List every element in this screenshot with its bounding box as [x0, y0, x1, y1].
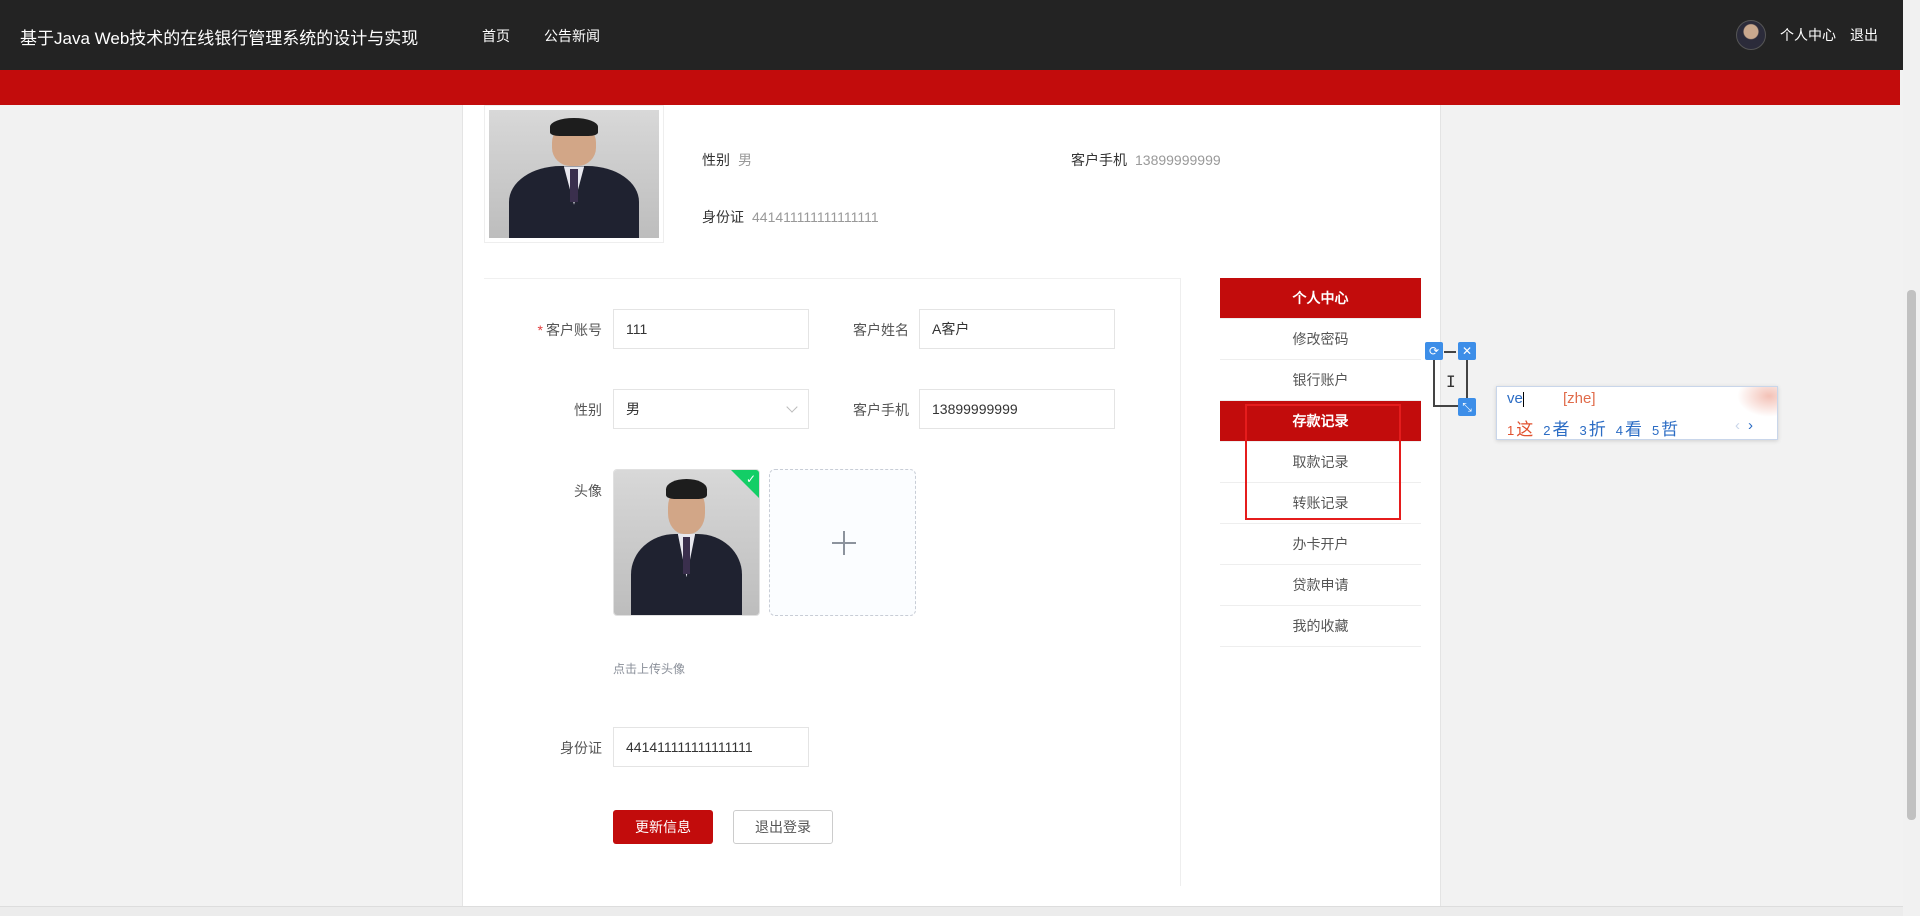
ime-candidate[interactable]: 1这 — [1507, 415, 1533, 440]
profile-photo — [484, 105, 664, 243]
update-info-button[interactable]: 更新信息 — [613, 810, 713, 844]
scrollbar-thumb[interactable] — [1907, 290, 1916, 820]
ime-input-text: ve — [1507, 390, 1524, 407]
chevron-left-icon[interactable]: ‹ — [1735, 417, 1740, 434]
close-icon[interactable]: ✕ — [1458, 342, 1476, 360]
top-navbar: 基于Java Web技术的在线银行管理系统的设计与实现 首页 公告新闻 个人中心… — [0, 0, 1920, 70]
avatar[interactable] — [1736, 20, 1766, 50]
form-top-border — [484, 278, 1180, 279]
ime-candidate-panel: ve [zhe] 1这 2者 3折 4看 5哲 ‹ › — [1496, 386, 1778, 440]
phone-label: 客户手机 — [853, 402, 909, 418]
profile-gender-value: 男 — [738, 152, 752, 168]
profile-phone-value: 13899999999 — [1135, 152, 1221, 168]
profile-id-value: 441411111111111111 — [752, 209, 879, 225]
profile-phone: 客户手机 13899999999 — [1071, 152, 1221, 168]
side-menu-title[interactable]: 个人中心 — [1220, 278, 1421, 319]
bottom-edge — [0, 906, 1903, 916]
gender-label: 性别 — [574, 402, 602, 418]
text-cursor-icon: I — [1446, 372, 1456, 391]
id-label: 身份证 — [560, 740, 602, 756]
side-menu-item-transfer-records[interactable]: 转账记录 — [1220, 483, 1421, 524]
side-menu-item-bank-account[interactable]: 银行账户 — [1220, 360, 1421, 401]
chevron-down-icon — [786, 401, 798, 413]
ime-pinyin: [zhe] — [1563, 390, 1596, 407]
gender-select-value: 男 — [626, 401, 640, 417]
side-menu-item-favorites[interactable]: 我的收藏 — [1220, 606, 1421, 647]
user-center-link[interactable]: 个人中心 — [1780, 25, 1836, 45]
id-input[interactable]: 441411111111111111 — [613, 727, 809, 767]
side-menu: 个人中心 修改密码 银行账户 存款记录 取款记录 转账记录 办卡开户 贷款申请 … — [1220, 278, 1421, 647]
main-nav: 首页 公告新闻 — [482, 26, 600, 46]
form-divider — [1180, 278, 1181, 886]
avatar-preview[interactable]: ✓ — [613, 469, 760, 616]
side-menu-item-deposit-records[interactable]: 存款记录 — [1220, 401, 1421, 442]
name-label: 客户姓名 — [853, 322, 909, 338]
upload-hint: 点击上传头像 — [613, 662, 686, 676]
profile-photo-image — [489, 110, 659, 238]
chevron-right-icon[interactable]: › — [1748, 417, 1753, 434]
avatar-label: 头像 — [574, 483, 602, 499]
page-scrollbar[interactable] — [1903, 0, 1920, 916]
account-input[interactable]: 111 — [613, 309, 809, 349]
resize-icon[interactable]: ⤡ — [1458, 398, 1476, 416]
ime-candidate[interactable]: 2者 — [1543, 415, 1569, 440]
ime-pager: ‹ › — [1735, 417, 1753, 434]
ime-candidates: 1这 2者 3折 4看 5哲 — [1507, 415, 1678, 440]
ime-candidate[interactable]: 4看 — [1616, 415, 1642, 440]
side-menu-item-change-password[interactable]: 修改密码 — [1220, 319, 1421, 360]
profile-id: 身份证 441411111111111111 — [702, 209, 879, 225]
red-banner — [0, 70, 1900, 105]
side-menu-item-loan-apply[interactable]: 贷款申请 — [1220, 565, 1421, 606]
ime-candidate[interactable]: 5哲 — [1652, 415, 1678, 440]
site-title[interactable]: 基于Java Web技术的在线银行管理系统的设计与实现 — [20, 24, 418, 49]
refresh-icon[interactable]: ⟳ — [1425, 342, 1443, 360]
logout-link[interactable]: 退出 — [1850, 25, 1878, 45]
ime-candidate[interactable]: 3折 — [1579, 415, 1605, 440]
side-menu-item-open-card[interactable]: 办卡开户 — [1220, 524, 1421, 565]
logout-button[interactable]: 退出登录 — [733, 810, 833, 844]
account-label: * 客户账号 — [537, 322, 602, 338]
check-icon: ✓ — [745, 472, 756, 486]
nav-home[interactable]: 首页 — [482, 26, 510, 46]
name-input[interactable]: A客户 — [919, 309, 1115, 349]
user-area: 个人中心 退出 — [1736, 20, 1878, 50]
phone-input[interactable]: 13899999999 — [919, 389, 1115, 429]
side-menu-item-withdraw-records[interactable]: 取款记录 — [1220, 442, 1421, 483]
upload-button[interactable] — [769, 469, 916, 616]
profile-gender: 性别男 — [702, 152, 752, 168]
nav-news[interactable]: 公告新闻 — [544, 26, 600, 46]
gender-select[interactable]: 男 — [613, 389, 809, 429]
